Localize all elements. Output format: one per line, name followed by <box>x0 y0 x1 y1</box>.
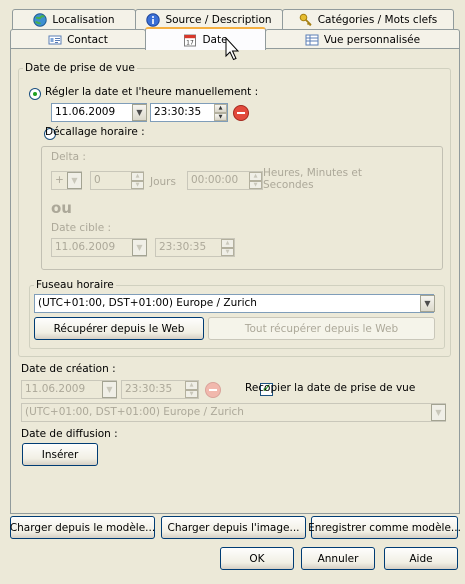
clear-creation-date-button[interactable] <box>205 382 221 398</box>
tab-label: Date <box>202 33 228 46</box>
globe-icon <box>33 13 48 27</box>
timezone-select[interactable]: (UTC+01:00, DST+01:00) Europe / Zurich <box>34 294 434 313</box>
spin-down-icon[interactable]: ▼ <box>221 247 234 256</box>
ok-button[interactable]: OK <box>220 547 294 570</box>
chevron-down-icon: ▼ <box>424 299 431 308</box>
delta-days-spinner[interactable]: ▲ ▼ <box>131 172 144 189</box>
fetch-timezone-button[interactable]: Récupérer depuis le Web <box>34 317 204 340</box>
chevron-down-icon: ▼ <box>71 176 78 185</box>
clear-manual-date-button[interactable] <box>233 105 249 121</box>
tab-categories-keywords[interactable]: Catégories / Mots clefs <box>282 9 454 30</box>
spin-down-icon[interactable]: ▼ <box>214 112 227 121</box>
capture-date-legend: Date de prise de vue <box>25 62 135 74</box>
copy-capture-date-label: Recopier la date de prise de vue <box>245 382 416 394</box>
spin-down-icon[interactable]: ▼ <box>131 180 144 189</box>
load-from-template-button[interactable]: Charger depuis le modèle... <box>10 516 155 539</box>
tab-label: Vue personnalisée <box>323 33 421 46</box>
broadcast-date-label: Date de diffusion : <box>21 428 118 440</box>
hms-label: Heures, Minutes et Secondes <box>263 167 362 191</box>
days-label: Jours <box>150 176 176 188</box>
creation-time-spinner[interactable]: ▲ ▼ <box>185 381 198 398</box>
target-date-dropdown-button[interactable]: ▼ <box>132 239 147 256</box>
spin-up-icon[interactable]: ▲ <box>249 172 262 181</box>
tab-label: Localisation <box>52 14 115 26</box>
manual-time-spinner[interactable]: ▲ ▼ <box>214 104 227 121</box>
manual-date-dropdown-button[interactable]: ▼ <box>132 104 147 121</box>
spin-down-icon[interactable]: ▼ <box>185 389 198 398</box>
spin-down-icon[interactable]: ▼ <box>249 180 262 189</box>
svg-text:17: 17 <box>187 39 195 46</box>
table-view-icon <box>305 34 319 45</box>
key-icon <box>299 13 312 27</box>
delta-sign-dropdown-button[interactable]: ▼ <box>67 172 82 189</box>
timezone-legend: Fuseau horaire <box>36 279 114 291</box>
delta-hms-spinner[interactable]: ▲ ▼ <box>249 172 262 189</box>
creation-date-label: Date de création : <box>21 363 116 375</box>
creation-timezone-select[interactable]: (UTC+01:00, DST+01:00) Europe / Zurich <box>21 403 446 422</box>
mouse-cursor-icon <box>225 37 240 61</box>
delta-label: Delta : <box>51 151 86 163</box>
insert-broadcast-date-button[interactable]: Insérer <box>22 443 98 466</box>
tab-localisation[interactable]: Localisation <box>12 9 136 30</box>
tab-date[interactable]: 17 Date <box>145 27 266 50</box>
spin-up-icon[interactable]: ▲ <box>185 381 198 390</box>
cancel-button[interactable]: Annuler <box>301 547 375 570</box>
timezone-dropdown-button[interactable]: ▼ <box>420 295 435 312</box>
help-button[interactable]: Aide <box>384 547 458 570</box>
calendar-icon: 17 <box>184 34 197 46</box>
chevron-down-icon: ▼ <box>435 408 442 417</box>
load-from-image-button[interactable]: Charger depuis l'image... <box>161 516 306 539</box>
target-date-label: Date cible : <box>51 222 112 234</box>
manual-date-radio-label: Régler la date et l'heure manuellement : <box>45 86 259 98</box>
spin-up-icon[interactable]: ▲ <box>214 104 227 113</box>
tab-label: Source / Description <box>165 14 272 26</box>
creation-timezone-dropdown-button[interactable]: ▼ <box>431 404 446 421</box>
chevron-down-icon: ▼ <box>106 385 113 394</box>
tab-contact[interactable]: Contact <box>10 29 146 49</box>
contact-card-icon <box>48 35 62 44</box>
manual-date-radio[interactable] <box>29 88 41 100</box>
creation-date-dropdown-button[interactable]: ▼ <box>102 381 117 398</box>
spin-up-icon[interactable]: ▲ <box>131 172 144 181</box>
save-as-template-button[interactable]: Enregistrer comme modèle... <box>308 516 461 539</box>
info-icon <box>146 13 161 27</box>
tab-custom-view[interactable]: Vue personnalisée <box>265 29 460 49</box>
chevron-down-icon: ▼ <box>136 108 143 117</box>
spin-up-icon[interactable]: ▲ <box>221 239 234 248</box>
or-label: ou <box>51 199 72 217</box>
target-time-spinner[interactable]: ▲ ▼ <box>221 239 234 256</box>
date-tab-panel: Date de prise de vue Régler la date et l… <box>10 48 460 514</box>
chevron-down-icon: ▼ <box>136 243 143 252</box>
fetch-all-timezones-button[interactable]: Tout récupérer depuis le Web <box>208 317 435 340</box>
tab-label: Catégories / Mots clefs <box>317 14 438 26</box>
time-offset-radio-label: Décallage horaire : <box>45 126 145 138</box>
tab-label: Contact <box>67 33 108 46</box>
